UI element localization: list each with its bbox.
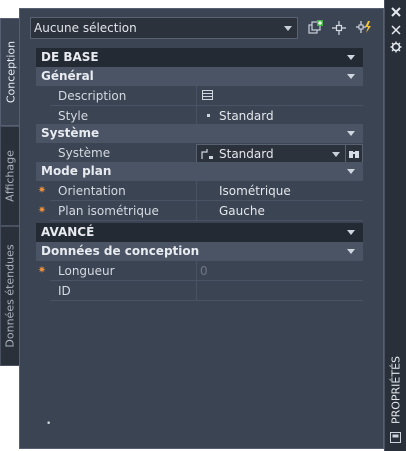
quick-select-button[interactable] (355, 19, 373, 37)
tab-affichage-label: Affichage (3, 150, 17, 202)
resize-grip-icon: • (46, 419, 52, 429)
property-row-orientation[interactable]: Orientation Isométrique (50, 181, 363, 201)
orientation-value-cell[interactable]: Isométrique (196, 181, 364, 200)
longueur-value: 0 (200, 264, 208, 278)
required-star-icon: ✷ (37, 265, 47, 276)
toggle-pickadd-button[interactable] (306, 19, 324, 37)
required-star-icon: ✷ (37, 205, 47, 216)
select-objects-button[interactable] (330, 19, 348, 37)
chevron-down-icon (347, 131, 355, 136)
chevron-down-icon (347, 249, 355, 254)
category-systeme-title: Système (41, 126, 100, 140)
id-value-cell[interactable] (196, 281, 364, 300)
tab-conception-label: Conception (4, 40, 17, 104)
property-row-longueur[interactable]: Longueur 0 (50, 261, 363, 281)
category-donnees-conception[interactable]: Données de conception (36, 242, 363, 261)
longueur-value-cell[interactable]: 0 (196, 261, 364, 280)
palette-title-bar[interactable]: PROPRIÉTÉS (384, 0, 406, 451)
category-general-title: Général (41, 69, 94, 83)
style-value: Standard (219, 109, 274, 123)
category-mode-plan[interactable]: Mode plan (36, 162, 363, 181)
properties-menu-icon[interactable] (390, 41, 402, 53)
chevron-down-icon (332, 152, 340, 157)
category-donnees-conception-title: Données de conception (41, 244, 200, 258)
selection-dropdown[interactable]: Aucune sélection (30, 17, 298, 39)
section-avance[interactable]: AVANCÉ (36, 223, 363, 242)
systeme-browse-button[interactable] (345, 144, 363, 163)
longueur-label: Longueur (58, 264, 115, 278)
quick-select-icon (356, 21, 371, 33)
property-row-id[interactable]: ID (50, 281, 363, 301)
system-icon (201, 149, 213, 159)
crosshair-select-icon (332, 21, 346, 35)
id-label: ID (58, 284, 71, 298)
palette-title: PROPRIÉTÉS (389, 355, 403, 425)
style-icon (207, 114, 210, 117)
selection-dropdown-value: Aucune sélection (34, 21, 137, 35)
style-label: Style (58, 109, 89, 123)
description-editor-icon[interactable] (202, 90, 213, 100)
tab-donnees-etendues[interactable]: Données étendues (0, 226, 20, 366)
style-value-cell[interactable]: Standard (196, 106, 364, 125)
property-row-plan-isometrique[interactable]: Plan isométrique Gauche (50, 201, 363, 221)
required-star-icon: ✷ (37, 185, 47, 196)
property-row-description[interactable]: Description (50, 86, 363, 106)
plan-isometrique-value-cell[interactable]: Gauche (196, 201, 364, 220)
tab-conception[interactable]: Conception (0, 18, 20, 126)
chevron-down-icon (284, 26, 292, 31)
category-systeme[interactable]: Système (36, 124, 363, 143)
auto-hide-icon[interactable] (390, 24, 402, 36)
palette-settings-icon[interactable] (390, 432, 401, 443)
orientation-value: Isométrique (219, 184, 291, 198)
binoculars-icon (349, 151, 359, 158)
pickadd-icon (308, 20, 323, 34)
systeme-label: Système (58, 146, 111, 160)
close-icon[interactable] (390, 6, 402, 18)
systeme-value: Standard (219, 147, 274, 161)
section-de-base-title: DE BASE (41, 50, 99, 64)
section-avance-title: AVANCÉ (41, 225, 95, 239)
chevron-down-icon (347, 55, 355, 60)
category-general[interactable]: Général (36, 67, 363, 86)
tab-donnees-etendues-label: Données étendues (3, 244, 17, 348)
category-mode-plan-title: Mode plan (41, 164, 112, 178)
plan-isometrique-value: Gauche (219, 204, 265, 218)
chevron-down-icon (347, 169, 355, 174)
tab-affichage[interactable]: Affichage (0, 126, 20, 226)
description-value-cell[interactable] (196, 86, 364, 105)
section-de-base[interactable]: DE BASE (36, 48, 363, 67)
property-row-style[interactable]: Style Standard (50, 106, 363, 126)
chevron-down-icon (347, 230, 355, 235)
orientation-label: Orientation (58, 184, 126, 198)
chevron-down-icon (347, 74, 355, 79)
description-label: Description (58, 89, 127, 103)
plan-isometrique-label: Plan isométrique (58, 204, 159, 218)
